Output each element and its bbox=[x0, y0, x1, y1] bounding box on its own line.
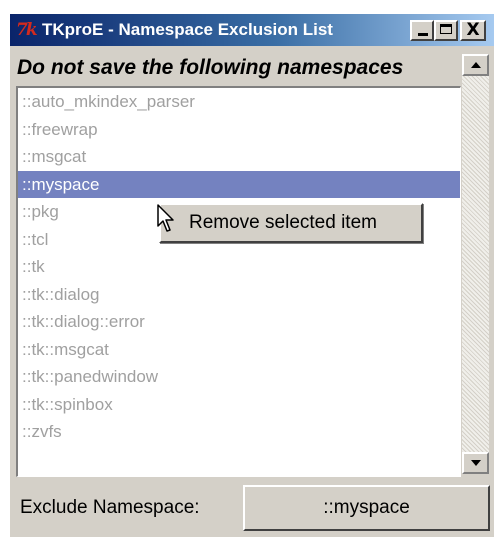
window-title: TKproE - Namespace Exclusion List bbox=[42, 20, 333, 39]
list-item-selected[interactable]: ::myspace bbox=[18, 170, 460, 198]
arrow-down-icon bbox=[471, 460, 481, 466]
namespace-listbox[interactable]: ::auto_mkindex_parser::freewrap::msgcat:… bbox=[16, 86, 461, 477]
scroll-down-button[interactable] bbox=[462, 452, 489, 474]
exclude-namespace-label: Exclude Namespace: bbox=[20, 497, 200, 518]
arrow-up-icon bbox=[471, 62, 481, 68]
vertical-scrollbar[interactable] bbox=[462, 54, 489, 474]
close-button[interactable]: X bbox=[460, 20, 486, 41]
list-header: Do not save the following namespaces bbox=[17, 56, 404, 79]
list-item[interactable]: ::tk::msgcat bbox=[18, 336, 460, 364]
maximize-button[interactable] bbox=[434, 20, 458, 41]
exclude-bar: Exclude Namespace: ::myspace bbox=[10, 481, 494, 537]
list-item[interactable]: ::freewrap bbox=[18, 116, 460, 144]
list-item[interactable]: ::tk::dialog::error bbox=[18, 308, 460, 336]
namespace-exclusion-window: 7k TKproE - Namespace Exclusion List X D… bbox=[10, 14, 494, 537]
maximize-icon bbox=[440, 24, 452, 34]
close-icon: X bbox=[466, 20, 480, 40]
tk-app-icon[interactable]: 7k bbox=[16, 21, 40, 39]
list-item[interactable]: ::zvfs bbox=[18, 418, 460, 446]
remove-selected-item-menu-item[interactable]: Remove selected item bbox=[189, 212, 377, 234]
mouse-pointer-icon bbox=[157, 204, 174, 232]
scroll-up-button[interactable] bbox=[462, 54, 489, 76]
list-item[interactable]: ::tk::spinbox bbox=[18, 391, 460, 419]
minimize-icon bbox=[418, 33, 428, 36]
minimize-button[interactable] bbox=[410, 20, 434, 41]
exclude-namespace-button[interactable]: ::myspace bbox=[243, 485, 490, 531]
list-item[interactable]: ::msgcat bbox=[18, 143, 460, 171]
list-item[interactable]: ::tk bbox=[18, 253, 460, 281]
list-item[interactable]: ::auto_mkindex_parser bbox=[18, 88, 460, 116]
title-bar[interactable]: 7k TKproE - Namespace Exclusion List X bbox=[10, 14, 494, 46]
list-item[interactable]: ::tk::panedwindow bbox=[18, 363, 460, 391]
context-menu: Remove selected item bbox=[159, 203, 423, 243]
list-item[interactable]: ::tk::dialog bbox=[18, 281, 460, 309]
